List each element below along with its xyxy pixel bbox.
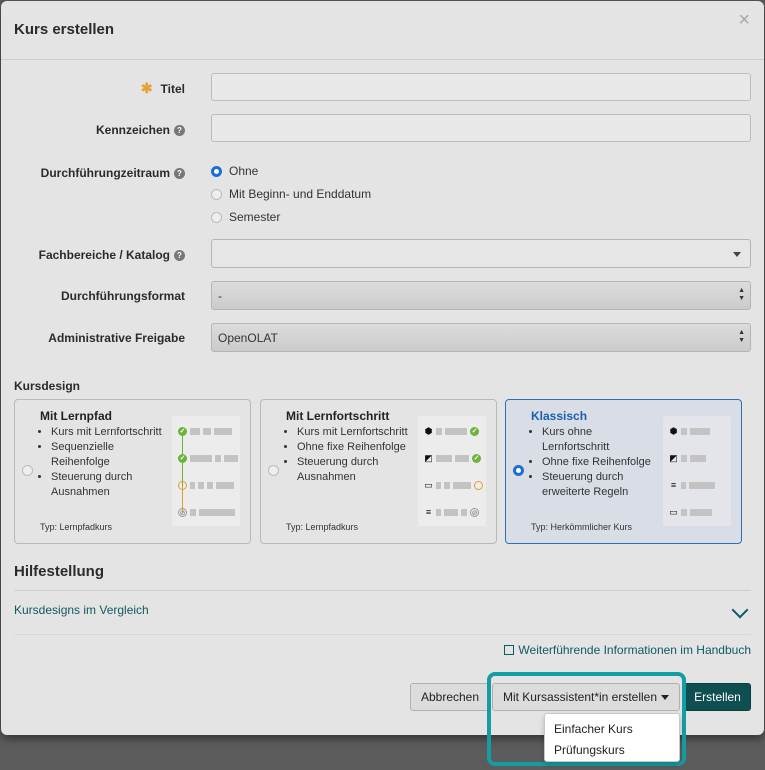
lernfortschritt-preview-image: ⬢ ✓ ◩ ✓ ▭ ≡ ⊘ (418, 416, 486, 526)
list-icon: ≡ (425, 507, 432, 517)
divider (14, 590, 751, 591)
edit-icon: ◩ (669, 453, 678, 463)
radio-label: Ohne (229, 164, 259, 178)
card-bullet: Ohne fixe Reihenfolge (542, 455, 660, 470)
create-button[interactable]: Erstellen (684, 683, 751, 711)
help-icon[interactable]: ? (174, 167, 185, 179)
design-card-klassisch[interactable]: Klassisch Kurs ohne Lernfortschritt Ohne… (505, 399, 742, 544)
dialog-title: Kurs erstellen (14, 21, 115, 38)
chevron-down-icon[interactable] (731, 601, 749, 619)
edit-icon: ◩ (424, 453, 433, 463)
card-title: Mit Lernfortschritt (286, 409, 390, 423)
format-label: Durchführungsformat (61, 289, 185, 303)
design-card-lernfortschritt[interactable]: Mit Lernfortschritt Kurs mit Lernfortsch… (260, 399, 497, 544)
title-input[interactable] (211, 73, 751, 101)
zeitraum-option-ohne[interactable]: Ohne (211, 164, 258, 178)
in-progress-icon (474, 481, 483, 490)
help-icon[interactable]: ? (174, 249, 185, 261)
check-icon: ✓ (178, 454, 187, 463)
check-icon: ✓ (178, 427, 187, 436)
radio-label: Mit Beginn- und Enddatum (229, 187, 372, 201)
menu-item-pruefungskurs[interactable]: Prüfungskurs (545, 742, 679, 763)
card-bullet: Steuerung durch erweiterte Regeln (542, 470, 660, 500)
fachbereiche-select[interactable] (211, 239, 751, 268)
card-bullets: Kurs mit Lernfortschritt Sequenzielle Re… (51, 425, 169, 500)
zeitraum-option-beginn-ende[interactable]: Mit Beginn- und Enddatum (211, 187, 371, 201)
card-bullets: Kurs ohne Lernfortschritt Ohne fixe Reih… (542, 425, 660, 500)
kennzeichen-input[interactable] (211, 114, 751, 142)
in-progress-icon (178, 481, 187, 490)
select-arrows-icon: ▲ ▼ (738, 287, 745, 302)
create-course-dialog: Kurs erstellen × ✱ Titel Kennzeichen? Dur… (1, 1, 764, 735)
card-bullet: Steuerung durch Ausnahmen (51, 470, 169, 500)
compare-designs-link[interactable]: Kursdesigns im Vergleich (14, 603, 149, 617)
required-star-icon: ✱ (140, 80, 153, 96)
radio-selected-icon[interactable] (211, 165, 222, 177)
cube-icon: ⬢ (424, 426, 433, 436)
menu-item-einfacher-kurs[interactable]: Einfacher Kurs (545, 721, 679, 742)
format-value: - (218, 289, 222, 303)
lernpfad-preview-image: ✓ ✓ ⊘ (172, 416, 240, 526)
freigabe-label: Administrative Freigabe (48, 331, 185, 345)
blocked-icon: ⊘ (470, 508, 479, 517)
kennzeichen-label: Kennzeichen? (96, 123, 185, 137)
close-icon[interactable]: × (738, 10, 750, 30)
title-label: ✱ Titel (141, 80, 185, 97)
list-icon: ≡ (670, 480, 677, 490)
card-bullet: Kurs mit Lernfortschritt (51, 425, 169, 440)
help-icon[interactable]: ? (174, 124, 185, 136)
chevron-down-icon (733, 252, 741, 257)
freigabe-select[interactable]: OpenOLAT ▲ ▼ (211, 323, 751, 352)
divider (14, 634, 751, 635)
help-section-title: Hilfestellung (14, 563, 105, 580)
radio-icon[interactable] (22, 465, 33, 476)
radio-label: Semester (229, 210, 281, 224)
radio-icon[interactable] (268, 465, 279, 476)
radio-icon[interactable] (211, 211, 222, 223)
folder-icon: ▭ (424, 480, 433, 490)
check-icon: ✓ (472, 454, 481, 463)
wizard-dropdown-menu: Einfacher Kurs Prüfungskurs (544, 713, 680, 762)
fachbereiche-label: Fachbereiche / Katalog? (39, 248, 185, 262)
cube-icon: ⬢ (669, 426, 678, 436)
card-type: Typ: Herkömmlicher Kurs (531, 522, 633, 532)
design-card-lernpfad[interactable]: Mit Lernpfad Kurs mit Lernfortschritt Se… (14, 399, 251, 544)
zeitraum-label-text: Durchführungzeitraum (40, 166, 170, 180)
handbook-link-text[interactable]: Weiterführende Informationen im Handbuch (518, 643, 751, 657)
card-bullet: Kurs ohne Lernfortschritt (542, 425, 660, 455)
card-bullet: Sequenzielle Reihenfolge (51, 440, 169, 470)
card-bullet: Ohne fixe Reihenfolge (297, 440, 415, 455)
klassisch-preview-image: ⬢ ◩ ≡ ▭ (663, 416, 731, 526)
radio-selected-icon[interactable] (513, 465, 524, 476)
kursdesign-label: Kursdesign (14, 379, 81, 393)
handbook-link[interactable]: Weiterführende Informationen im Handbuch (504, 643, 751, 657)
card-type: Typ: Lernpfadkurs (40, 522, 113, 532)
blocked-icon: ⊘ (178, 508, 187, 517)
dialog-header: Kurs erstellen × (1, 1, 764, 60)
kennzeichen-label-text: Kennzeichen (95, 123, 170, 137)
title-label-text: Titel (160, 81, 185, 96)
freigabe-value: OpenOLAT (218, 331, 278, 345)
card-type: Typ: Lernpfadkurs (286, 522, 359, 532)
card-bullet: Kurs mit Lernfortschritt (297, 425, 415, 440)
select-arrows-icon: ▲ ▼ (738, 329, 745, 344)
zeitraum-option-semester[interactable]: Semester (211, 210, 280, 224)
card-title: Klassisch (531, 409, 588, 423)
check-icon: ✓ (470, 427, 479, 436)
external-link-icon (504, 645, 515, 655)
format-select[interactable]: - ▲ ▼ (211, 281, 751, 310)
cancel-button[interactable]: Abbrechen (410, 683, 490, 711)
card-title: Mit Lernpfad (40, 409, 112, 423)
fachbereiche-label-text: Fachbereiche / Katalog (38, 248, 170, 262)
folder-icon: ▭ (669, 507, 678, 517)
card-bullets: Kurs mit Lernfortschritt Ohne fixe Reihe… (297, 425, 415, 485)
zeitraum-label: Durchführungzeitraum? (41, 166, 185, 180)
radio-icon[interactable] (211, 188, 222, 200)
card-bullet: Steuerung durch Ausnahmen (297, 455, 415, 485)
